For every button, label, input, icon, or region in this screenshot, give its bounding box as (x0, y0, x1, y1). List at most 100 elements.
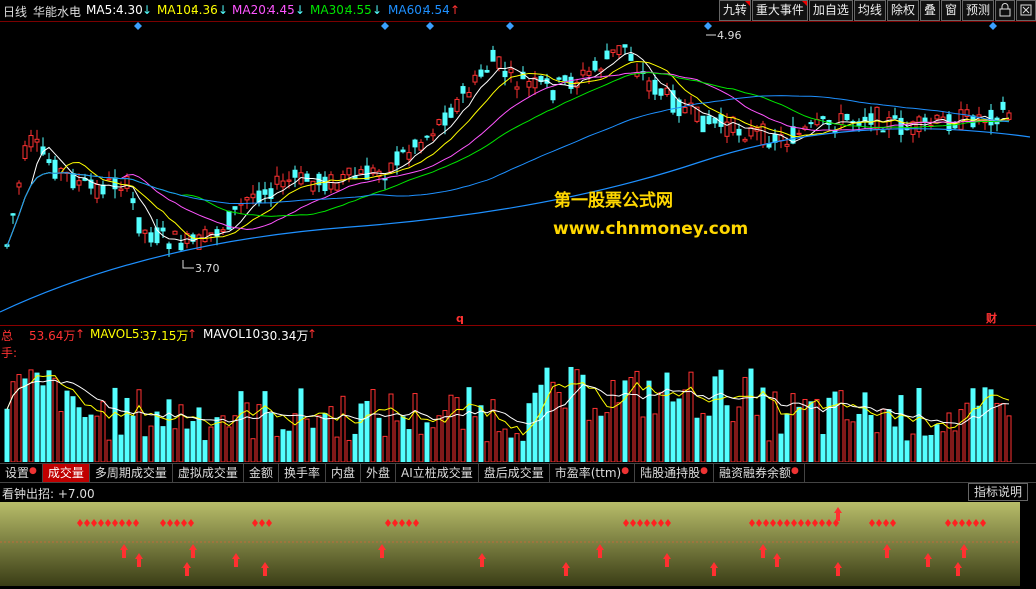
volume-bar (532, 392, 538, 463)
indicator-info-bar: 看钟出招: +7.00 指标说明 (0, 482, 1036, 503)
volume-bar (460, 428, 466, 463)
candle-body (178, 242, 184, 251)
candle-body (844, 113, 850, 121)
volume-chart[interactable] (0, 343, 1036, 463)
mavol5-label: MAVOL5: (90, 327, 144, 341)
candle-body (52, 159, 58, 179)
candle-body (250, 193, 256, 199)
candle-body (94, 183, 100, 199)
candle-body (406, 152, 412, 160)
tab-turnover[interactable]: 换手率 (279, 464, 326, 482)
volume-bar (34, 372, 40, 463)
tab-virtual-volume[interactable]: 虚拟成交量 (173, 464, 244, 482)
volume-bar (700, 412, 706, 463)
volume-bar (46, 370, 52, 463)
indicator-help-button[interactable]: 指标说明 (967, 483, 1028, 501)
candle-body (820, 116, 826, 120)
candle-body (652, 79, 658, 95)
candle-body (892, 115, 898, 119)
volume-bar (154, 411, 160, 463)
volume-bar (400, 416, 406, 463)
tab-multi-period-volume[interactable]: 多周期成交量 (90, 464, 173, 482)
volume-bar (472, 416, 478, 463)
candle-body (16, 182, 22, 188)
candle-body (322, 176, 328, 192)
tab-margin[interactable]: 融资融券余额● (714, 464, 805, 482)
lock-icon[interactable] (995, 0, 1015, 21)
toolbar-btn-overlay[interactable]: 叠 (919, 0, 940, 21)
candle-body (412, 139, 418, 148)
tab-pe-ttm[interactable]: 市盈率(ttm)● (550, 464, 636, 482)
tab-volume[interactable]: 成交量 (42, 464, 90, 482)
indicator-chart[interactable] (0, 502, 1036, 586)
candle-body (796, 132, 802, 135)
volume-bar (172, 428, 178, 463)
candle-body (346, 167, 352, 176)
tab-amount[interactable]: 金额 (244, 464, 279, 482)
volume-bar (682, 389, 688, 463)
volume-bar (166, 399, 172, 463)
expand-icon[interactable] (1016, 0, 1036, 21)
diamond-marker-icon (506, 22, 514, 30)
tab-settings[interactable]: 设置● (0, 464, 43, 482)
volume-bar (550, 381, 556, 463)
toolbar-btn-forecast[interactable]: 预测 (961, 0, 994, 21)
volume-bar (454, 397, 460, 463)
toolbar-btn-jiuzhuan[interactable]: 九转 (718, 0, 751, 21)
volume-bar (916, 388, 922, 463)
volume-bar (658, 391, 664, 463)
volume-bar (334, 436, 340, 463)
diamond-marker-icon (989, 22, 997, 30)
volume-bar (430, 427, 436, 463)
tab-outer[interactable]: 外盘 (361, 464, 396, 482)
toolbar-btn-ma[interactable]: 均线 (853, 0, 886, 21)
kline-chart[interactable]: 4.96 3.70 q 财 (0, 22, 1036, 326)
volume-bar (424, 422, 430, 463)
tab-northbound[interactable]: 陆股通持股● (635, 464, 714, 482)
candle-body (160, 227, 166, 232)
candle-body (1000, 101, 1006, 110)
volume-bar (754, 414, 760, 463)
candle-body (934, 114, 940, 120)
candle-body (526, 80, 532, 88)
volume-bar (880, 408, 886, 463)
candle-body (280, 180, 286, 188)
indicator-background (0, 502, 1020, 586)
toolbar-btn-add-watchlist[interactable]: 加自选 (808, 0, 853, 21)
toolbar-btn-events[interactable]: 重大事件 (751, 0, 808, 21)
candle-body (448, 107, 454, 118)
volume-bar (190, 421, 196, 463)
candle-body (730, 116, 736, 133)
volume-bar (358, 403, 364, 463)
indicator-value: +7.00 (57, 487, 95, 501)
volume-bar (202, 440, 208, 463)
toolbar-btn-exright[interactable]: 除权 (886, 0, 919, 21)
toolbar-btn-window[interactable]: 窗 (940, 0, 961, 21)
candle-body (28, 135, 34, 148)
volume-bar (526, 403, 532, 463)
candle-body (502, 70, 508, 78)
candle-body (220, 229, 226, 232)
candle-body (340, 174, 346, 181)
volume-bar (478, 405, 484, 463)
volume-bar (928, 434, 934, 463)
volume-bar (850, 421, 856, 463)
volume-bar (490, 399, 496, 463)
volume-bar (64, 390, 70, 463)
volume-bar (238, 391, 244, 463)
candle-body (592, 60, 598, 71)
ma60-value: 4.54 (423, 3, 450, 17)
volume-bar (148, 425, 154, 463)
tab-ai-volume[interactable]: AI立桩成交量 (396, 464, 479, 482)
volume-bar (466, 387, 472, 463)
volume-bar (730, 421, 736, 463)
period-label[interactable]: 日线 (3, 3, 27, 20)
volume-bar (664, 372, 670, 463)
tab-inner[interactable]: 内盘 (326, 464, 361, 482)
volume-bar (412, 393, 418, 463)
candle-body (718, 114, 724, 127)
volume-bar (616, 402, 622, 463)
ma30-label: MA30: (310, 3, 348, 17)
tab-after-hours-volume[interactable]: 盘后成交量 (479, 464, 550, 482)
candle-body (514, 86, 520, 90)
